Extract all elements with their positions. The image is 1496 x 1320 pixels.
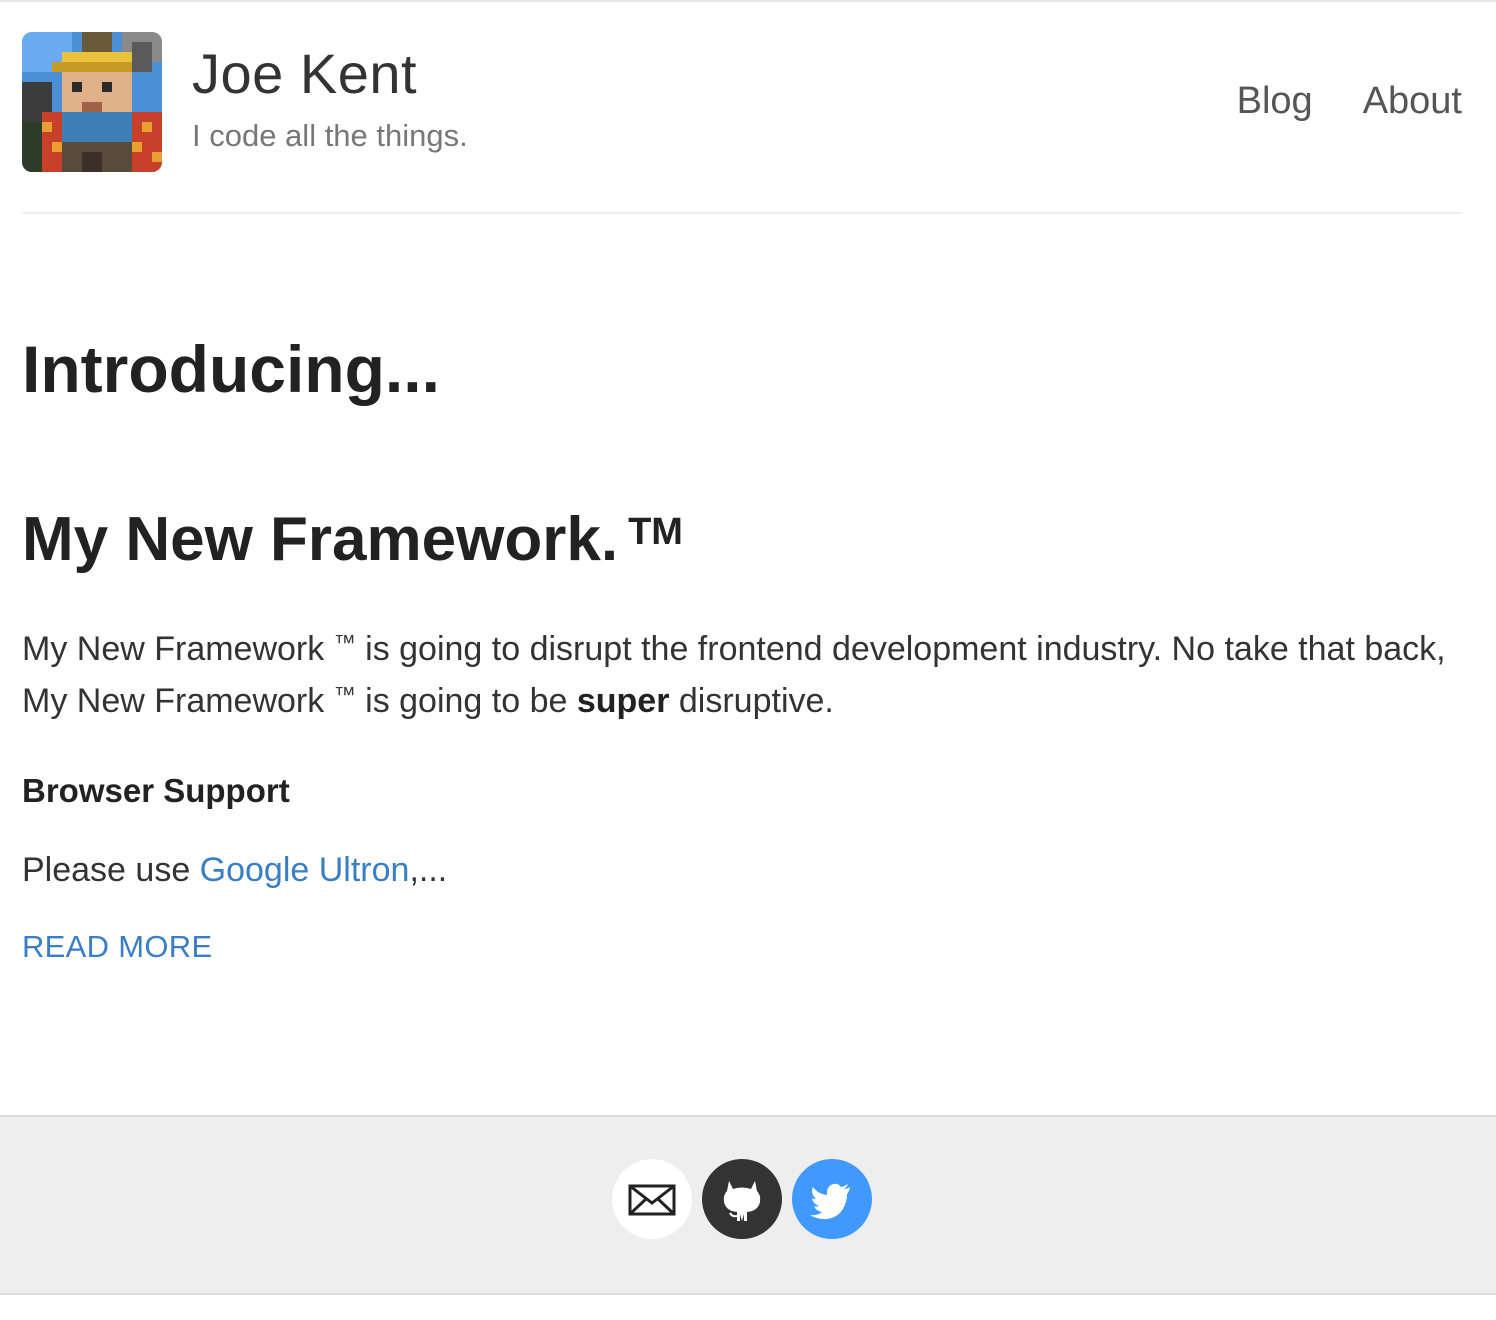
github-icon <box>723 1181 761 1221</box>
trademark-mark: TM <box>628 511 683 553</box>
post-preview: My New Framework. TM My New Framework ™ i… <box>22 500 1462 965</box>
email-button[interactable] <box>612 1159 692 1239</box>
excerpt-trademark-2: ™ <box>333 681 356 707</box>
avatar-image <box>22 32 162 172</box>
site-tagline: I code all the things. <box>192 118 468 153</box>
github-button[interactable] <box>702 1159 782 1239</box>
post-title-link[interactable]: My New Framework. TM <box>22 505 683 574</box>
avatar[interactable] <box>22 32 162 172</box>
excerpt-trademark-1: ™ <box>333 629 356 655</box>
excerpt-text-1: My New Framework <box>22 629 334 668</box>
nav-link-about[interactable]: About <box>1363 82 1462 120</box>
support-prefix: Please use <box>22 851 200 890</box>
page-title: Introducing... <box>22 332 440 406</box>
header-divider <box>22 212 1462 214</box>
browser-support-heading: Browser Support <box>22 771 290 809</box>
excerpt-text-3: is going to be <box>355 681 577 720</box>
excerpt-text-4: disruptive. <box>669 681 834 720</box>
post-excerpt: My New Framework ™ is going to disrupt t… <box>22 625 1462 729</box>
post-title: My New Framework. TM <box>22 500 1462 581</box>
main-nav: Blog About <box>1237 82 1462 120</box>
site-footer <box>0 1115 1496 1295</box>
top-divider <box>0 0 1496 2</box>
excerpt-emphasis: super <box>576 681 670 720</box>
site-title[interactable]: Joe Kent <box>192 46 417 102</box>
google-ultron-link[interactable]: Google Ultron <box>200 851 410 889</box>
email-icon <box>628 1184 676 1216</box>
twitter-icon <box>810 1183 850 1220</box>
site-header: Joe Kent I code all the things. Blog Abo… <box>22 32 1462 172</box>
support-suffix: ,... <box>409 851 448 890</box>
post-title-text: My New Framework. <box>22 505 619 574</box>
social-links <box>612 1159 872 1239</box>
nav-link-blog[interactable]: Blog <box>1237 82 1313 120</box>
twitter-button[interactable] <box>792 1159 872 1239</box>
browser-support-text: Please use Google Ultron,... <box>22 850 1462 891</box>
read-more-link[interactable]: READ MORE <box>22 929 212 965</box>
